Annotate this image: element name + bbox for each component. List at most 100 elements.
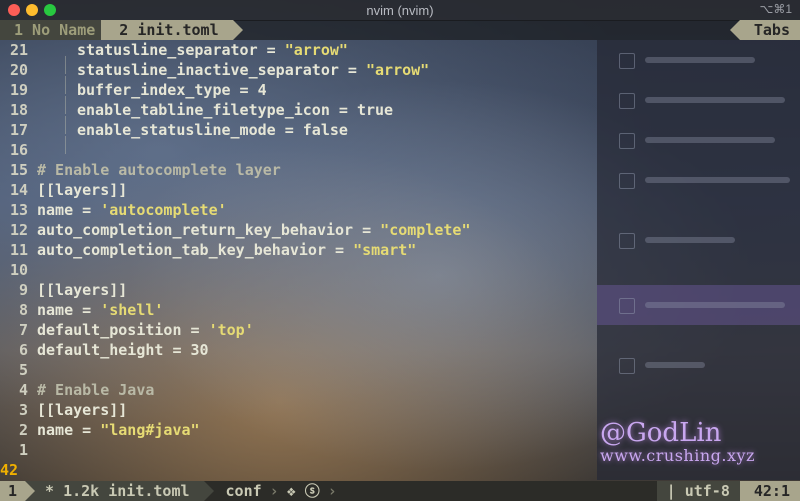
editor-line[interactable]: 11 auto_completion_tab_key_behavior = "sm… <box>0 240 416 260</box>
editor-line[interactable]: 16 <box>0 140 37 160</box>
editor-line[interactable]: 18 enable_tabline_filetype_icon = true <box>0 100 394 134</box>
line-number: 3 <box>18 401 28 419</box>
editor-line[interactable]: 17 enable_statusline_mode = false <box>0 120 348 154</box>
editor-buffer[interactable]: 21 statusline_separator = "arrow" 20 status… <box>0 40 800 480</box>
code-string: 'top' <box>208 321 254 339</box>
code-text: name = <box>37 421 101 439</box>
editor-line[interactable]: 7 default_position = 'top' <box>0 320 254 340</box>
line-number: 18 <box>9 101 28 119</box>
statusline-cursor-position: 42:1 <box>739 481 800 501</box>
line-number: 17 <box>9 121 28 139</box>
statusline-encoding-label: | utf-8 <box>666 482 730 500</box>
tab-separator-arrow <box>232 20 243 40</box>
code-text: [[layers]] <box>37 181 128 199</box>
tab-label: 2 init.toml <box>119 21 219 39</box>
statusline: 1 * 1.2k init.toml conf › ❖ ⓢ › | utf-8 … <box>0 481 800 501</box>
line-number: 1 <box>18 441 28 459</box>
window-shortcut-label: ⌥⌘1 <box>759 2 792 16</box>
statusline-encoding: | utf-8 <box>656 481 740 501</box>
line-number: 15 <box>9 161 28 179</box>
title-bar: nvim (nvim) ⌥⌘1 <box>0 0 800 21</box>
code-text: buffer_index_type = 4 <box>77 81 267 99</box>
code-string: "smart" <box>353 241 417 259</box>
code-text: auto_completion_return_key_behavior = <box>37 221 381 239</box>
editor-line[interactable]: 12 auto_completion_return_key_behavior = … <box>0 220 471 240</box>
editor-line[interactable]: 2 name = "lang#java" <box>0 420 200 440</box>
minimize-button[interactable] <box>26 4 38 16</box>
code-string: "arrow" <box>365 61 430 79</box>
code-text: default_height = 30 <box>37 341 209 359</box>
code-comment: # Enable autocomplete layer <box>37 161 281 179</box>
editor-line[interactable]: 15 # Enable autocomplete layer <box>0 160 281 180</box>
close-button[interactable] <box>8 4 20 16</box>
code-text: [[layers]] <box>37 281 128 299</box>
code-text: enable_statusline_mode = false <box>77 121 348 139</box>
nvim-window: nvim (nvim) ⌥⌘1 1 No Name 2 init.toml Ta… <box>0 0 800 501</box>
code-string: 'autocomplete' <box>100 201 227 219</box>
editor-line[interactable]: 9 [[layers]] <box>0 280 127 300</box>
statusline-mode: 1 <box>0 481 36 501</box>
line-number: 8 <box>18 301 28 319</box>
tabs-indicator: Tabs <box>729 20 800 40</box>
statusline-mode-label: 1 <box>8 482 18 500</box>
editor-line[interactable]: 21 statusline_separator = "arrow" <box>0 40 348 74</box>
code-text: name = <box>37 201 101 219</box>
line-number: 21 <box>9 41 28 59</box>
editor-line[interactable]: 1 <box>0 440 37 460</box>
editor-line[interactable]: 20 statusline_inactive_separator = "arrow… <box>0 60 430 94</box>
statusline-separator-arrow <box>25 481 36 501</box>
statusline-file: * 1.2k init.toml <box>25 481 214 501</box>
editor-line[interactable]: 14 [[layers]] <box>0 180 127 200</box>
tabs-separator-arrow <box>729 20 740 40</box>
line-number: 13 <box>9 201 28 219</box>
editor-line[interactable]: 10 <box>0 260 37 280</box>
statusline-file-label: * 1.2k init.toml <box>45 482 190 500</box>
line-number: 42 <box>0 461 19 479</box>
line-number: 4 <box>18 381 28 399</box>
window-controls <box>8 4 56 16</box>
tab-no-name[interactable]: 1 No Name <box>0 20 112 40</box>
zoom-button[interactable] <box>44 4 56 16</box>
watermark-site: www.crushing.xyz <box>600 446 755 465</box>
chevron-right-icon: › <box>269 482 279 500</box>
line-number: 2 <box>18 421 28 439</box>
line-number: 16 <box>9 141 28 159</box>
tabs-indicator-label: Tabs <box>753 21 790 39</box>
line-number: 20 <box>9 61 28 79</box>
code-text: auto_completion_tab_key_behavior = <box>37 241 354 259</box>
watermark-name: @GodLin <box>600 418 722 448</box>
line-number: 9 <box>18 281 28 299</box>
code-string: "lang#java" <box>100 421 200 439</box>
code-string: "arrow" <box>284 41 348 59</box>
code-text: statusline_separator = <box>77 41 285 59</box>
code-text: enable_tabline_filetype_icon = true <box>77 101 394 119</box>
line-number: 6 <box>18 341 28 359</box>
editor-line[interactable]: 13 name = 'autocomplete' <box>0 200 227 220</box>
line-number: 12 <box>9 221 28 239</box>
line-number: 11 <box>9 241 28 259</box>
editor-line[interactable]: 5 <box>0 360 37 380</box>
editor-line[interactable]: 19 buffer_index_type = 4 <box>0 80 267 114</box>
line-number: 10 <box>9 261 28 279</box>
code-text: default_position = <box>37 321 209 339</box>
line-number: 5 <box>18 361 28 379</box>
editor-line[interactable]: 6 default_height = 30 <box>0 340 209 360</box>
line-number: 19 <box>9 81 28 99</box>
window-title: nvim (nvim) <box>366 2 434 18</box>
code-string: 'shell' <box>100 301 164 319</box>
line-number: 14 <box>9 181 28 199</box>
code-string: "complete" <box>380 221 471 239</box>
tab-label: 1 No Name <box>14 21 96 39</box>
editor-line[interactable]: 3 [[layers]] <box>0 400 127 420</box>
tab-init-toml[interactable]: 2 init.toml <box>101 20 243 40</box>
code-text: name = <box>37 301 101 319</box>
statusline-icons: ❖ ⓢ <box>286 482 320 500</box>
editor-line[interactable]: 4 # Enable Java <box>0 380 154 400</box>
editor-line[interactable]: 8 name = 'shell' <box>0 300 163 320</box>
tabline: 1 No Name 2 init.toml Tabs <box>0 20 800 40</box>
editor-line-current[interactable]: 42 <box>0 460 37 480</box>
code-text: [[layers]] <box>37 401 128 419</box>
line-number: 7 <box>18 321 28 339</box>
statusline-separator-arrow <box>203 481 214 501</box>
code-comment: # Enable Java <box>37 381 155 399</box>
